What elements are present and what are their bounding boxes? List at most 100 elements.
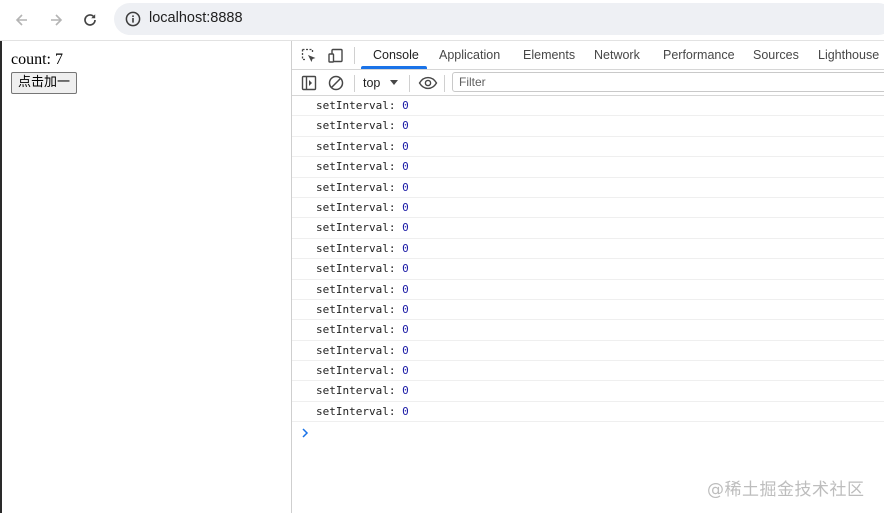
console-log-row: setInterval: 0 [292,341,884,362]
tab-sources[interactable]: Sources [753,41,799,70]
log-message: setInterval: 0 [316,341,409,361]
eye-icon[interactable] [418,74,438,92]
console-log-row: setInterval: 0 [292,259,884,280]
log-label: setInterval: [316,364,403,378]
log-message: setInterval: 0 [316,137,409,157]
log-label: setInterval: [316,200,403,214]
back-button[interactable] [8,6,36,34]
tab-performance[interactable]: Performance [663,41,735,70]
log-value: 0 [402,200,409,214]
log-message: setInterval: 0 [316,300,409,320]
log-message: setInterval: 0 [316,361,409,381]
log-label: setInterval: [316,180,403,194]
console-log-row: setInterval: 0 [292,198,884,219]
log-value: 0 [402,404,409,418]
console-log-row: setInterval: 0 [292,178,884,198]
log-message: setInterval: 0 [316,116,409,136]
context-selector[interactable]: top [363,74,380,92]
info-icon[interactable] [125,11,141,27]
tab-network[interactable]: Network [594,41,640,70]
log-message: setInterval: 0 [316,157,409,177]
log-value: 0 [402,160,409,174]
devtools-panel: Console Application Elements Network Per… [291,41,884,513]
console-log-row: setInterval: 0 [292,300,884,321]
window-edge [0,41,2,513]
console-prompt[interactable] [292,422,884,444]
console-log-row: setInterval: 0 [292,96,884,117]
log-message: setInterval: 0 [316,96,409,116]
console-toolbar: top [292,70,884,96]
browser-toolbar: localhost:8888 [0,0,884,40]
log-value: 0 [402,99,409,112]
log-value: 0 [402,241,409,255]
log-label: setInterval: [316,343,403,357]
clear-console-icon[interactable] [327,74,345,92]
log-message: setInterval: 0 [316,259,409,279]
log-label: setInterval: [316,99,403,112]
console-log-row: setInterval: 0 [292,157,884,178]
back-arrow-icon [15,14,27,26]
log-message: setInterval: 0 [316,178,409,198]
log-value: 0 [402,364,409,378]
count-display: count: 7 [11,51,63,68]
log-value: 0 [402,180,409,194]
log-value: 0 [402,139,409,153]
tab-elements[interactable]: Elements [523,41,575,70]
console-log-row: setInterval: 0 [292,239,884,260]
log-label: setInterval: [316,119,403,133]
console-log-row: setInterval: 0 [292,320,884,341]
devtools-tabbar: Console Application Elements Network Per… [292,41,884,70]
consolebar-separator [409,75,410,92]
console-log-row: setInterval: 0 [292,361,884,382]
log-value: 0 [402,384,409,398]
log-value: 0 [402,221,409,235]
consolebar-separator [444,75,445,92]
chevron-down-icon[interactable] [390,80,398,85]
inspect-element-icon[interactable] [300,47,318,65]
consolebar-separator [354,75,355,92]
log-message: setInterval: 0 [316,280,409,300]
log-message: setInterval: 0 [316,320,409,340]
log-value: 0 [402,262,409,276]
page-viewport: count: 7 点击加一 [0,41,291,513]
log-label: setInterval: [316,221,403,235]
filter-field[interactable] [452,72,884,92]
console-log-row: setInterval: 0 [292,137,884,158]
browser-window: localhost:8888 count: 7 点击加一 Console App… [0,0,884,513]
address-bar[interactable]: localhost:8888 [114,3,884,35]
log-label: setInterval: [316,160,403,174]
log-label: setInterval: [316,241,403,255]
active-tab-indicator [361,66,427,69]
log-value: 0 [402,302,409,316]
console-log-row: setInterval: 0 [292,218,884,239]
log-label: setInterval: [316,323,403,337]
log-label: setInterval: [316,282,403,296]
log-message: setInterval: 0 [316,198,409,218]
console-messages: setInterval: 0 setInterval: 0 setInterval:… [292,96,884,444]
log-value: 0 [402,282,409,296]
console-log-row: setInterval: 0 [292,402,884,423]
log-value: 0 [402,119,409,133]
show-sidebar-icon[interactable] [300,74,318,92]
log-message: setInterval: 0 [316,381,409,401]
device-toolbar-icon[interactable] [327,47,345,65]
log-label: setInterval: [316,404,403,418]
console-log-row: setInterval: 0 [292,280,884,300]
tab-application[interactable]: Application [439,41,500,70]
prompt-chevron-icon [302,428,309,438]
reload-icon [84,14,96,26]
log-label: setInterval: [316,384,403,398]
log-value: 0 [402,323,409,337]
log-message: setInterval: 0 [316,239,409,259]
reload-button[interactable] [76,6,104,34]
console-log-row: setInterval: 0 [292,381,884,402]
url-text[interactable]: localhost:8888 [149,10,243,26]
log-value: 0 [402,343,409,357]
log-label: setInterval: [316,302,403,316]
log-label: setInterval: [316,139,403,153]
forward-button[interactable] [42,6,70,34]
forward-arrow-icon [51,14,63,26]
filter-input[interactable] [459,74,879,90]
tab-lighthouse[interactable]: Lighthouse [818,41,879,70]
add-one-button[interactable]: 点击加一 [11,72,78,94]
